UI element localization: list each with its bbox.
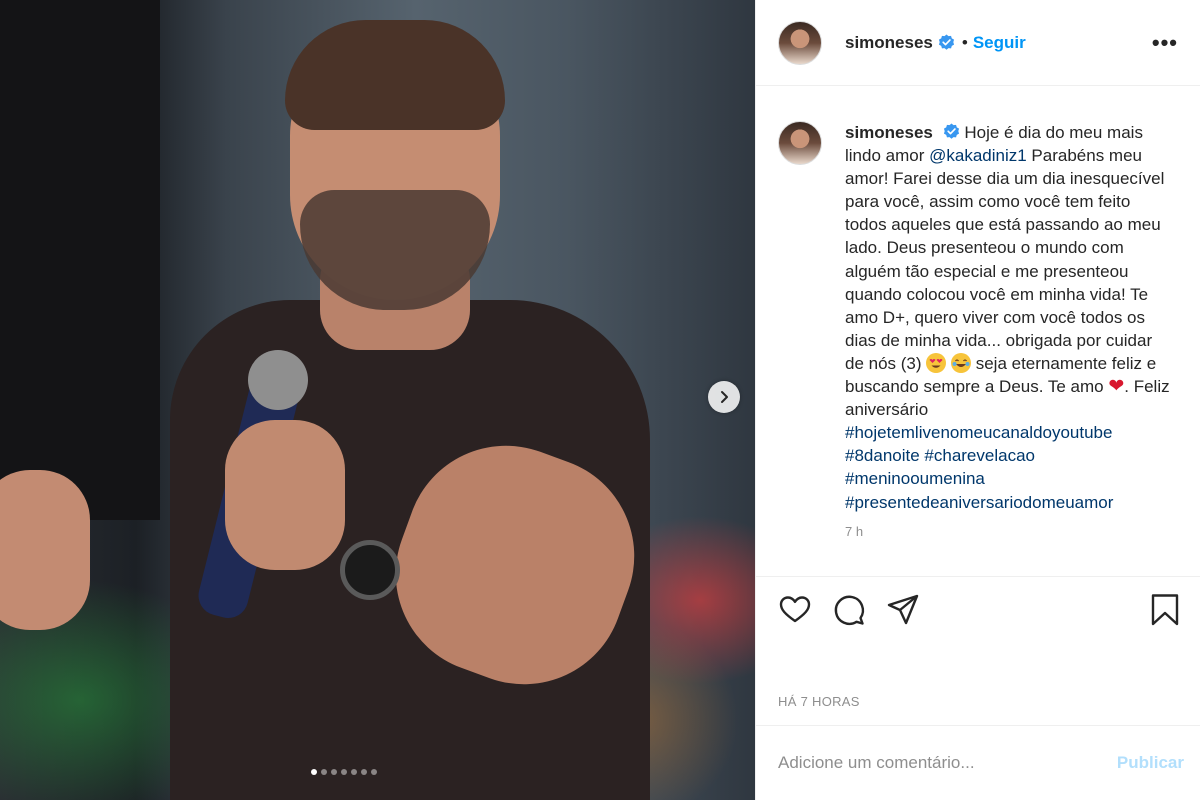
post-photo[interactable] [0,0,755,800]
share-icon[interactable] [886,593,920,627]
hashtag-link[interactable]: #presentedeaniversariodomeuamor [845,491,1175,514]
publish-button[interactable]: Publicar [1117,753,1184,773]
comment-box: Publicar [756,725,1200,800]
photo-left-hand [0,470,90,630]
hashtag-link[interactable]: #hojetemlivenomeucanaldoyoutube [845,421,1175,444]
caption-avatar[interactable] [778,121,822,165]
carousel-dot [331,769,337,775]
carousel-indicator [311,769,377,775]
carousel-dot [321,769,327,775]
caption-text: simoneses Hoje é dia do meu mais lindo a… [845,121,1175,576]
carousel-dot [351,769,357,775]
photo-microphone-head [248,350,308,410]
photo-person-hair [285,20,505,130]
carousel-next-button[interactable] [708,381,740,413]
verified-badge-icon [938,34,954,50]
carousel-dot [311,769,317,775]
post-timestamp[interactable]: HÁ 7 HORAS [778,694,860,709]
follow-button[interactable]: Seguir [973,33,1026,53]
heart-eyes-emoji-icon [926,352,947,373]
comment-input[interactable] [778,753,1117,773]
photo-watch [340,540,400,600]
post-side-panel: simoneses • Seguir ••• simoneses Hoje é … [755,0,1200,800]
post-actions-bar [756,576,1200,644]
header-separator: • [961,32,968,52]
caption-mention-link[interactable]: @kakadiniz1 [929,146,1027,165]
chevron-right-icon [721,391,728,403]
carousel-dot [361,769,367,775]
caption-username[interactable]: simoneses [845,123,933,142]
header-username[interactable]: simoneses [845,33,933,53]
comment-icon[interactable] [832,593,866,627]
carousel-dot [341,769,347,775]
heart-icon[interactable] [778,593,812,627]
post-header: simoneses • Seguir ••• [756,0,1200,86]
red-heart-emoji-icon: ❤ [1108,376,1125,398]
photo-background-wall [0,0,160,520]
caption-time[interactable]: 7 h [845,520,1175,543]
carousel-dot [371,769,377,775]
bookmark-icon[interactable] [1148,593,1182,627]
tears-of-joy-emoji-icon [951,352,971,373]
caption-area: simoneses Hoje é dia do meu mais lindo a… [756,86,1200,576]
verified-badge-icon [943,123,959,139]
more-options-icon[interactable]: ••• [1152,30,1178,56]
caption-text-2: Parabéns meu amor! Farei desse dia um di… [845,146,1165,373]
hashtag-link[interactable]: #8danoite #charevelacao [845,444,1175,467]
avatar[interactable] [778,20,822,65]
photo-person-hand [225,420,345,570]
hashtag-link[interactable]: #meninooumenina [845,467,1175,490]
